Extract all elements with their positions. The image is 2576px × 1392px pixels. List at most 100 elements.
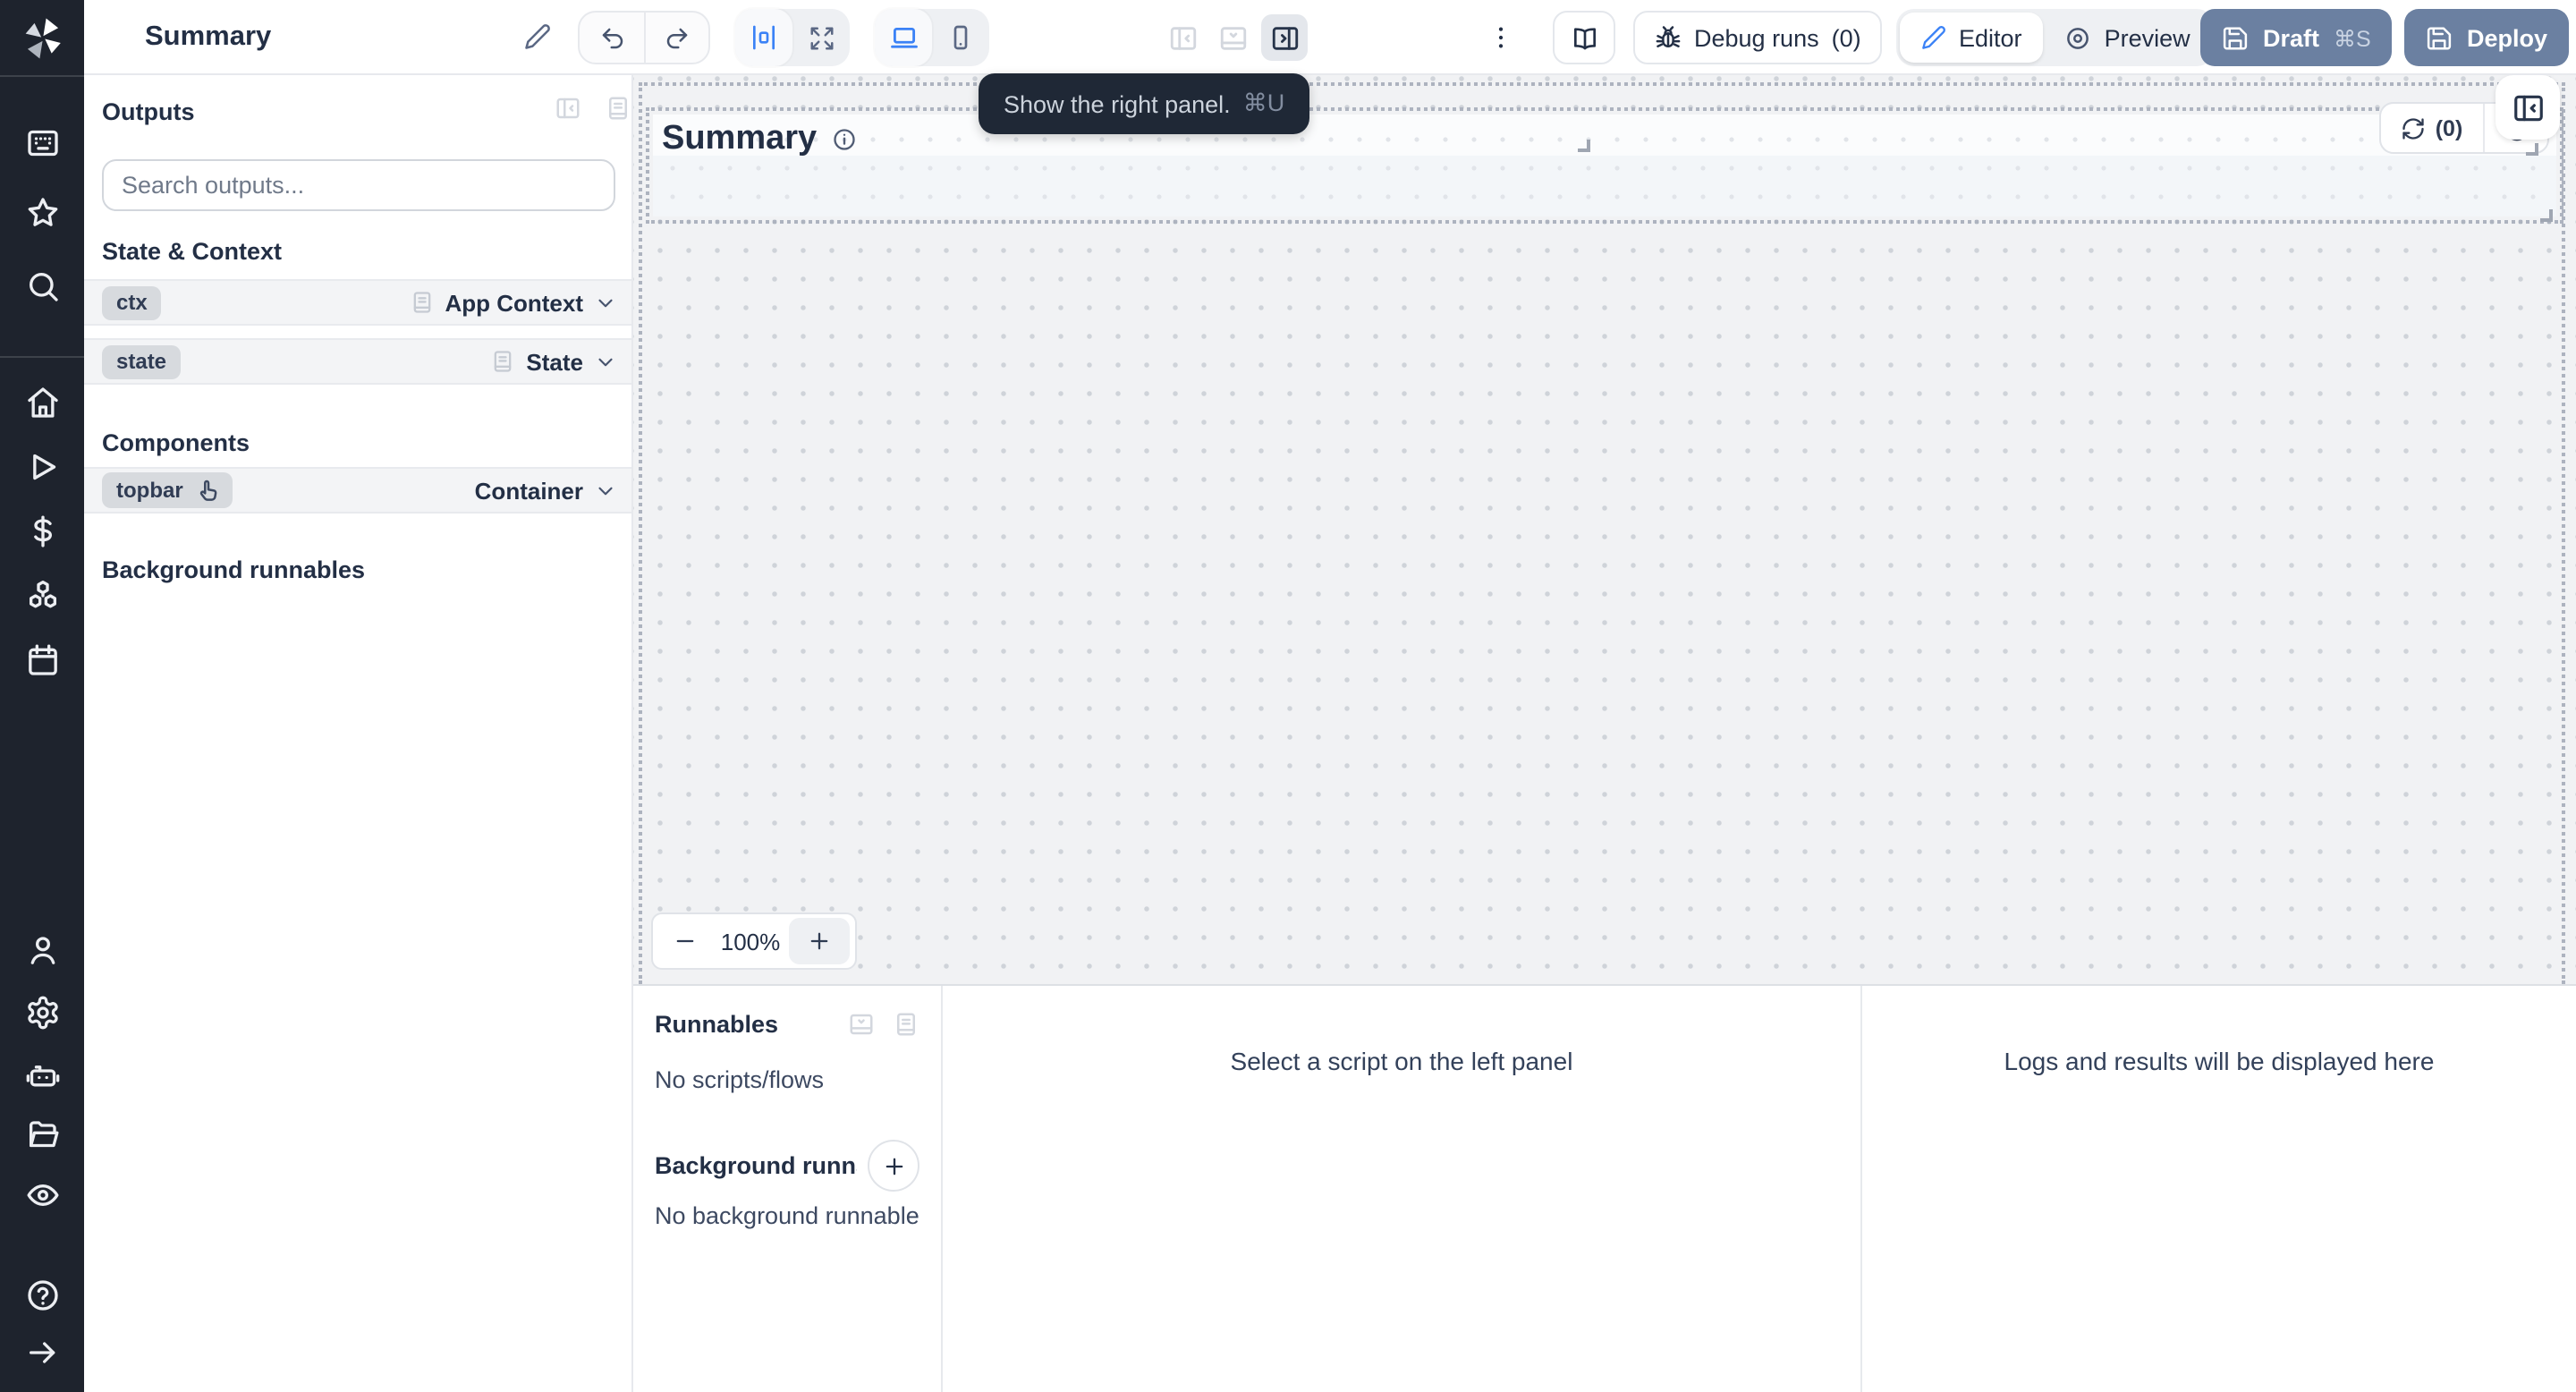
editor-preview-toggle: Editor Preview <box>1896 9 2216 66</box>
no-scripts-text: No scripts/flows <box>655 1066 825 1093</box>
windmill-app-editor: Summary Debug runs (0) Editor Preview Dr… <box>0 0 2576 1392</box>
home-icon[interactable] <box>24 385 60 420</box>
search-outputs-input[interactable] <box>102 159 615 211</box>
plus-icon <box>807 929 832 954</box>
logs-placeholder: Logs and results will be displayed here <box>1860 986 2576 1392</box>
runs-icon[interactable] <box>24 449 60 485</box>
doc-icon <box>490 349 515 374</box>
output-row-state[interactable]: state State <box>84 338 631 385</box>
zoom-in-button[interactable] <box>789 918 850 964</box>
resize-handle[interactable] <box>2540 209 2553 222</box>
zoom-out-button[interactable] <box>653 914 717 968</box>
resources-icon[interactable] <box>24 576 60 612</box>
save-draft-button[interactable]: Draft ⌘S <box>2200 9 2393 66</box>
info-icon[interactable] <box>831 127 856 152</box>
chevron-down-icon[interactable] <box>594 350 617 373</box>
help-icon[interactable] <box>24 1277 60 1313</box>
doc-icon <box>409 290 434 315</box>
expand-sidebar-icon[interactable] <box>24 1335 60 1371</box>
bug-icon <box>1655 24 1682 51</box>
expand-icon <box>808 24 835 51</box>
redo-icon <box>664 24 691 51</box>
panel-bottom-icon <box>1218 22 1249 53</box>
app-canvas[interactable]: Summary (0) Show the right panel. ⌘U 100… <box>633 73 2576 984</box>
panel-right-icon <box>1269 22 1300 53</box>
ctx-type-label: App Context <box>445 289 583 316</box>
preview-eye-icon <box>2065 24 2092 51</box>
pencil-icon <box>1921 25 1946 50</box>
settings-icon[interactable] <box>24 995 60 1031</box>
device-toggle <box>875 9 989 66</box>
laptop-icon <box>888 22 919 53</box>
open-right-panel-button[interactable] <box>2496 75 2560 140</box>
redo-button[interactable] <box>644 13 708 63</box>
sidebar-divider <box>0 356 84 358</box>
app-summary-heading[interactable]: Summary <box>662 115 856 165</box>
deploy-button[interactable]: Deploy <box>2404 9 2570 66</box>
topbar-type-label: Container <box>474 477 583 504</box>
edit-title-button[interactable] <box>524 23 551 50</box>
kebab-menu-icon <box>1487 23 1515 52</box>
sidebar-divider <box>0 75 84 77</box>
tooltip-shortcut: ⌘U <box>1242 89 1285 116</box>
apps-icon[interactable] <box>24 125 60 161</box>
add-background-runnable-button[interactable] <box>868 1140 919 1192</box>
more-menu-button[interactable] <box>1487 23 1515 52</box>
editor-tab[interactable]: Editor <box>1900 13 2044 63</box>
panel-collapse-icon <box>2511 90 2545 124</box>
undo-button[interactable] <box>580 13 644 63</box>
variables-icon[interactable] <box>24 514 60 549</box>
full-width-button[interactable] <box>792 9 850 66</box>
state-type-label: State <box>526 348 583 375</box>
search-icon[interactable] <box>24 268 60 304</box>
folders-icon[interactable] <box>24 1116 60 1152</box>
chevron-down-icon[interactable] <box>594 479 617 502</box>
output-row-topbar[interactable]: topbar Container <box>84 467 631 514</box>
draft-shortcut: ⌘S <box>2334 26 2371 51</box>
topbar-badge[interactable]: topbar <box>102 472 233 508</box>
save-icon <box>2426 24 2453 51</box>
editor-tab-label: Editor <box>1959 24 2022 51</box>
debug-runs-button[interactable]: Debug runs (0) <box>1633 11 1883 64</box>
recompute-count: (0) <box>2435 115 2463 140</box>
collapse-bottom-panel-icon[interactable] <box>848 1011 875 1038</box>
favorites-icon[interactable] <box>24 195 60 231</box>
runnables-docs-icon[interactable] <box>893 1011 919 1038</box>
minus-icon <box>673 929 698 954</box>
summary-heading-text: Summary <box>662 120 818 157</box>
section-state-context: State & Context <box>102 238 283 265</box>
toggle-bottom-panel-button[interactable] <box>1218 22 1249 53</box>
align-center-icon <box>750 23 778 52</box>
select-script-hint: Select a script on the left panel <box>1230 1047 1573 1075</box>
audit-eye-icon[interactable] <box>24 1177 60 1213</box>
resize-handle[interactable] <box>2526 143 2538 156</box>
ctx-badge[interactable]: ctx <box>102 285 162 319</box>
desktop-view-button[interactable] <box>875 9 932 66</box>
outputs-docs-icon[interactable] <box>605 95 631 122</box>
topbar-container[interactable] <box>653 115 2556 216</box>
centered-layout-button[interactable] <box>735 9 792 66</box>
state-badge[interactable]: state <box>102 344 182 378</box>
preview-tab[interactable]: Preview <box>2044 13 2212 63</box>
output-row-ctx[interactable]: ctx App Context <box>84 279 631 326</box>
tooltip-text: Show the right panel. <box>1004 90 1231 117</box>
undo-redo-group <box>578 11 710 64</box>
editor-topbar: Summary Debug runs (0) Editor Preview Dr… <box>84 0 2576 75</box>
user-icon[interactable] <box>24 932 60 968</box>
collapse-outputs-panel-icon[interactable] <box>555 95 581 122</box>
plus-icon <box>881 1153 906 1178</box>
deploy-label: Deploy <box>2467 24 2548 51</box>
resize-handle[interactable] <box>1578 140 1590 152</box>
recompute-button[interactable]: (0) <box>2381 104 2483 152</box>
ai-bot-icon[interactable] <box>24 1057 60 1093</box>
schedules-icon[interactable] <box>24 642 60 678</box>
toggle-right-panel-button[interactable] <box>1261 14 1308 61</box>
docs-button[interactable] <box>1553 11 1615 64</box>
debug-runs-label: Debug runs <box>1694 24 1819 51</box>
tooltip: Show the right panel. ⌘U <box>979 73 1310 134</box>
chevron-down-icon[interactable] <box>594 291 617 314</box>
mobile-view-button[interactable] <box>932 9 989 66</box>
windmill-logo-icon[interactable] <box>18 14 66 63</box>
pencil-icon <box>524 23 551 50</box>
toggle-left-panel-button[interactable] <box>1168 22 1199 53</box>
